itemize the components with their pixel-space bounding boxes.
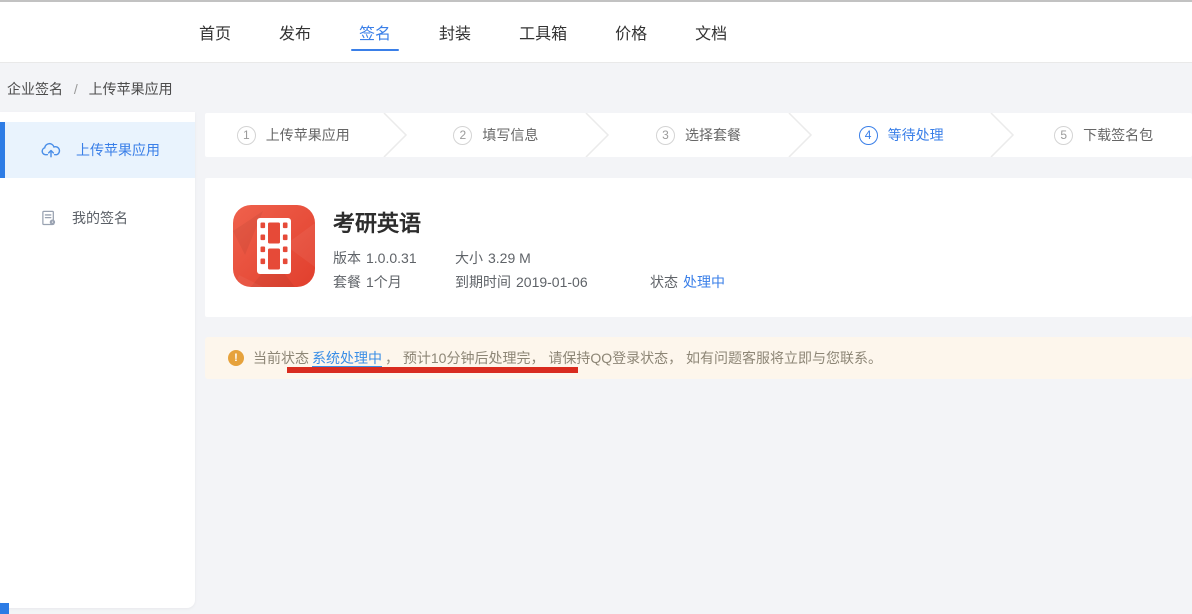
- app-status: 状态处理中: [650, 272, 725, 292]
- step-number: 2: [453, 126, 472, 145]
- nav-item-label: 发布: [279, 20, 311, 44]
- alert-text-prefix: 当前状态: [253, 348, 309, 368]
- nav-item-pricing[interactable]: 价格: [614, 2, 648, 62]
- app-version: 版本 1.0.0.31: [333, 248, 455, 268]
- sidebar-item-label: 我的签名: [72, 208, 128, 228]
- step-number: 5: [1054, 126, 1073, 145]
- size-label: 大小: [455, 250, 483, 266]
- step-4-waiting: 4 等待处理: [813, 113, 990, 157]
- top-nav: 首页 发布 签名 封装 工具箱 价格 文档: [0, 0, 1192, 63]
- step-label: 等待处理: [888, 125, 944, 145]
- plan-value: 1个月: [366, 274, 402, 290]
- step-wizard: 1 上传苹果应用 2 填写信息 3 选择套餐 4 等待处理 5 下载签名包: [205, 113, 1192, 157]
- sidebar-item-my-signatures[interactable]: 我的签名: [0, 196, 195, 240]
- step-chevron-icon: [584, 113, 610, 157]
- step-label: 填写信息: [482, 125, 538, 145]
- step-number: 4: [859, 126, 878, 145]
- meta-row-1: 版本 1.0.0.31 大小 3.29 M: [333, 246, 1172, 270]
- expire-value: 2019-01-06: [516, 274, 588, 290]
- version-label: 版本: [333, 250, 361, 266]
- nav-item-toolbox[interactable]: 工具箱: [518, 2, 568, 62]
- signature-document-icon: [40, 209, 58, 227]
- app-title: 考研英语: [333, 206, 421, 238]
- sidebar: 上传苹果应用 我的签名: [0, 112, 195, 608]
- expire-label: 到期时间: [455, 274, 511, 290]
- alert-status-link[interactable]: 系统处理中: [312, 348, 382, 368]
- nav-item-label: 价格: [615, 20, 647, 44]
- status-value[interactable]: 处理中: [683, 274, 725, 290]
- nav-items: 首页 发布 签名 封装 工具箱 价格 文档: [198, 2, 728, 62]
- step-chevron-icon: [787, 113, 813, 157]
- alert-text-suffix: ， 预计10分钟后处理完， 请保持QQ登录状态， 如有问题客服将立即与您联系。: [385, 348, 882, 368]
- nav-item-home[interactable]: 首页: [198, 2, 232, 62]
- bottom-left-blue-mark: [0, 603, 9, 614]
- app-meta: 版本 1.0.0.31 大小 3.29 M 套餐 1个月 到期时间 2019-01-06…: [333, 246, 1172, 294]
- step-label: 选择套餐: [685, 125, 741, 145]
- film-strip-icon: [233, 205, 315, 287]
- step-chevron-icon: [382, 113, 408, 157]
- sidebar-item-upload-apple-app[interactable]: 上传苹果应用: [0, 122, 195, 178]
- nav-item-label: 文档: [695, 20, 727, 44]
- nav-item-package[interactable]: 封装: [438, 2, 472, 62]
- cloud-upload-icon: [40, 141, 62, 159]
- meta-row-2: 套餐 1个月 到期时间 2019-01-06 状态处理中: [333, 270, 1172, 294]
- app-card: 考研英语 版本 1.0.0.31 大小 3.29 M 套餐 1个月 到期时间 2019-…: [205, 178, 1192, 317]
- breadcrumb-item-enterprise-signature[interactable]: 企业签名: [7, 81, 63, 97]
- red-underline-annotation: [287, 367, 578, 373]
- page: 首页 发布 签名 封装 工具箱 价格 文档 企业签名 / 上传苹果应用 上传苹果…: [0, 0, 1192, 614]
- version-value: 1.0.0.31: [366, 250, 417, 266]
- size-value: 3.29 M: [488, 250, 531, 266]
- step-5-download: 5 下载签名包: [1015, 113, 1192, 157]
- breadcrumb-item-upload-apple-app: 上传苹果应用: [89, 81, 173, 97]
- nav-item-publish[interactable]: 发布: [278, 2, 312, 62]
- nav-item-label: 封装: [439, 20, 471, 44]
- app-plan: 套餐 1个月: [333, 272, 455, 292]
- warning-icon: [228, 350, 244, 366]
- step-1-upload: 1 上传苹果应用: [205, 113, 382, 157]
- step-label: 上传苹果应用: [266, 125, 350, 145]
- breadcrumb-separator: /: [74, 81, 78, 97]
- status-label: 状态: [650, 274, 678, 290]
- nav-item-label: 首页: [199, 20, 231, 44]
- step-number: 1: [237, 126, 256, 145]
- nav-item-label: 签名: [359, 20, 391, 44]
- nav-item-docs[interactable]: 文档: [694, 2, 728, 62]
- app-size: 大小 3.29 M: [455, 248, 650, 268]
- breadcrumb: 企业签名 / 上传苹果应用: [7, 79, 173, 99]
- sidebar-item-label: 上传苹果应用: [76, 140, 160, 160]
- nav-item-signature[interactable]: 签名: [358, 2, 392, 62]
- step-label: 下载签名包: [1083, 125, 1153, 145]
- step-2-fill-info: 2 填写信息: [408, 113, 585, 157]
- step-chevron-icon: [989, 113, 1015, 157]
- nav-item-label: 工具箱: [519, 20, 567, 44]
- app-expire: 到期时间 2019-01-06: [455, 272, 650, 292]
- plan-label: 套餐: [333, 274, 361, 290]
- step-3-select-plan: 3 选择套餐: [610, 113, 787, 157]
- step-number: 3: [656, 126, 675, 145]
